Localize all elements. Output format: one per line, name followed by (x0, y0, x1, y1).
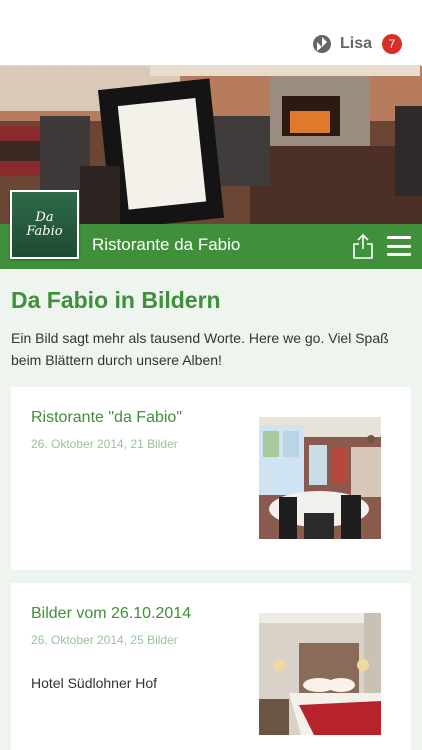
user-name: Lisa (339, 35, 372, 52)
notification-badge[interactable]: 7 (382, 34, 402, 54)
album-card[interactable]: Ristorante "da Fabio" 26. Oktober 2014, … (11, 387, 411, 570)
album-title[interactable]: Bilder vom 26.10.2014 (31, 605, 191, 623)
user-profile[interactable]: Lisa 7 (312, 33, 402, 55)
share-icon[interactable] (352, 233, 374, 259)
user-icon (312, 35, 331, 53)
album-meta: 26. Oktober 2014, 21 Bilder (31, 437, 178, 451)
album-title[interactable]: Ristorante "da Fabio" (31, 409, 182, 427)
top-bar: Lisa 7 (0, 0, 422, 66)
menu-icon[interactable] (387, 236, 411, 256)
intro-text: Ein Bild sagt mehr als tausend Worte. He… (11, 330, 389, 368)
album-card[interactable]: Bilder vom 26.10.2014 26. Oktober 2014, … (11, 583, 411, 750)
restaurant-logo: Da Fabio (10, 190, 79, 259)
album-meta: 26. Oktober 2014, 25 Bilder (31, 633, 178, 647)
logo-line-2: Fabio (26, 223, 63, 239)
restaurant-name: Ristorante da Fabio (92, 235, 241, 254)
logo-line-1: Da (35, 209, 54, 225)
album-thumbnail[interactable] (259, 613, 381, 735)
album-thumbnail[interactable] (259, 417, 381, 539)
album-description: Hotel Südlohner Hof (31, 675, 158, 691)
page-heading: Da Fabio in Bildern (11, 287, 221, 313)
